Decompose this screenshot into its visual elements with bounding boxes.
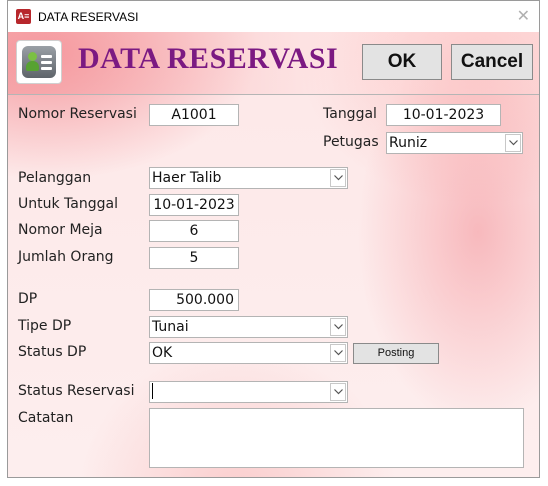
untuk-tanggal-label: Untuk Tanggal <box>18 196 118 212</box>
pelanggan-dropdown[interactable]: Haer Talib <box>149 167 348 189</box>
dp-field[interactable]: 500.000 <box>149 289 239 311</box>
chevron-down-icon[interactable] <box>330 344 346 362</box>
nomor-meja-field[interactable]: 6 <box>149 220 239 242</box>
petugas-label: Petugas <box>323 134 379 150</box>
chevron-down-icon[interactable] <box>330 169 346 187</box>
dp-label: DP <box>18 291 38 307</box>
access-app-icon: A≡ <box>16 9 31 24</box>
ok-button[interactable]: OK <box>362 44 442 80</box>
pelanggan-value: Haer Talib <box>152 170 222 186</box>
tipe-dp-value: Tunai <box>152 319 189 335</box>
jumlah-orang-label: Jumlah Orang <box>18 249 114 265</box>
posting-button[interactable]: Posting <box>353 343 439 364</box>
status-reservasi-label: Status Reservasi <box>18 383 135 399</box>
tipe-dp-dropdown[interactable]: Tunai <box>149 316 348 338</box>
catatan-textarea[interactable] <box>149 408 524 468</box>
window-title: DATA RESERVASI <box>38 10 139 24</box>
status-dp-label: Status DP <box>18 344 87 360</box>
chevron-down-icon[interactable] <box>505 134 521 152</box>
nomor-reservasi-field[interactable]: A1001 <box>149 104 239 126</box>
petugas-dropdown[interactable]: Runiz <box>386 132 523 154</box>
text-cursor <box>152 383 153 399</box>
tanggal-field[interactable]: 10-01-2023 <box>386 104 501 126</box>
form-body: DATA RESERVASI OK Cancel Nomor Reservasi… <box>8 32 539 477</box>
jumlah-orang-field[interactable]: 5 <box>149 247 239 269</box>
status-dp-dropdown[interactable]: OK <box>149 342 348 364</box>
cancel-button[interactable]: Cancel <box>451 44 533 80</box>
chevron-down-icon[interactable] <box>330 383 346 401</box>
nomor-reservasi-label: Nomor Reservasi <box>18 106 137 122</box>
title-bar: A≡ DATA RESERVASI ✕ <box>8 1 539 32</box>
tanggal-label: Tanggal <box>323 106 377 122</box>
form-title: DATA RESERVASI <box>78 42 339 75</box>
petugas-value: Runiz <box>389 135 428 151</box>
nomor-meja-label: Nomor Meja <box>18 222 103 238</box>
chevron-down-icon[interactable] <box>330 318 346 336</box>
contact-card-icon <box>16 40 62 84</box>
close-icon[interactable]: ✕ <box>517 6 530 25</box>
pelanggan-label: Pelanggan <box>18 170 92 186</box>
status-dp-value: OK <box>152 345 173 361</box>
tipe-dp-label: Tipe DP <box>18 318 72 334</box>
untuk-tanggal-field[interactable]: 10-01-2023 <box>149 194 239 216</box>
catatan-label: Catatan <box>18 410 74 426</box>
header-divider <box>8 94 539 95</box>
form-window: A≡ DATA RESERVASI ✕ DATA RESERVASI OK Ca… <box>7 0 540 478</box>
status-reservasi-dropdown[interactable] <box>149 381 348 403</box>
